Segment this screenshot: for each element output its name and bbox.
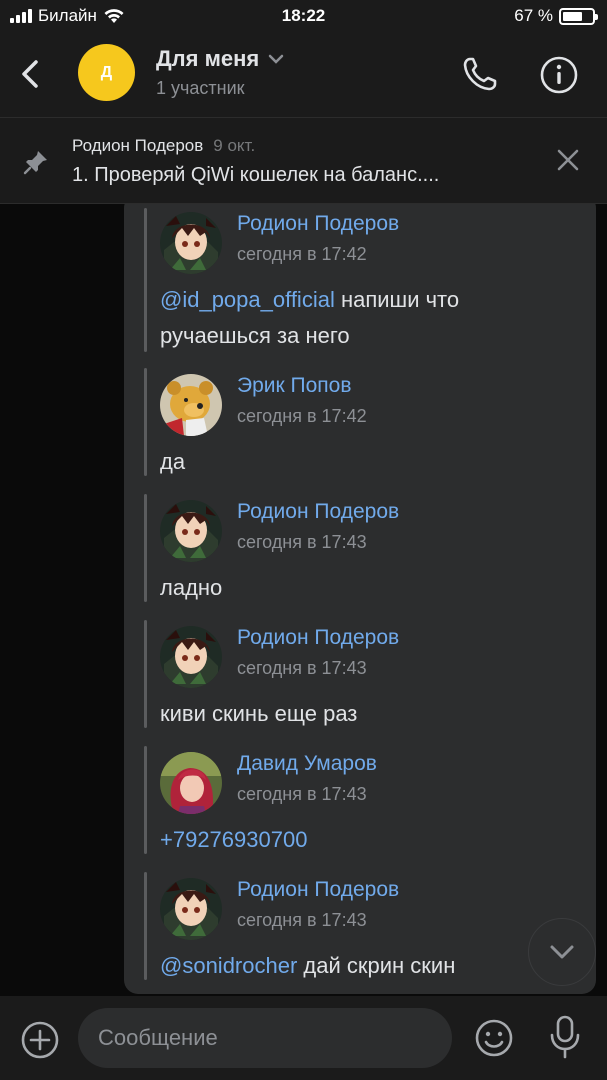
author-name[interactable]: Эрик Попов	[237, 374, 352, 398]
pinned-date: 9 окт.	[213, 136, 256, 155]
plus-icon[interactable]	[20, 1020, 60, 1060]
chat-header: Д Для меня 1 участник	[0, 34, 607, 118]
chat-title[interactable]: Для меня	[156, 46, 285, 72]
forward-header: Родион Подеров сегодня в 17:43	[144, 622, 584, 692]
author-name[interactable]: Родион Подеров	[237, 878, 399, 902]
avatar[interactable]	[160, 500, 222, 562]
mention-link[interactable]: @id_popa_official	[160, 287, 335, 312]
avatar[interactable]	[160, 878, 222, 940]
forward-header: Родион Подеров сегодня в 17:43	[144, 874, 584, 944]
back-icon[interactable]	[12, 54, 52, 94]
scroll-down-button[interactable]	[528, 918, 596, 986]
avatar[interactable]	[160, 752, 222, 814]
message-text-part: дай скрин скин	[297, 953, 456, 978]
microphone-icon[interactable]	[548, 1014, 582, 1060]
chat-subtitle: 1 участник	[156, 78, 245, 98]
pinned-author: Родион Подеров 9 окт.	[72, 136, 255, 156]
info-icon[interactable]	[538, 54, 580, 96]
forward-header: Родион Подеров сегодня в 17:42	[144, 208, 584, 278]
emoji-icon[interactable]	[474, 1018, 514, 1058]
chevron-down-icon	[268, 54, 284, 64]
author-name[interactable]: Родион Подеров	[237, 212, 399, 236]
chat-avatar[interactable]: Д	[78, 44, 135, 101]
message-text: ладно	[160, 575, 223, 600]
message-text: да	[160, 449, 186, 474]
close-icon[interactable]	[554, 146, 582, 174]
message-text: @sonidrocher дай скрин скин	[160, 948, 540, 984]
message-text-line2: ручаешься за него	[160, 323, 350, 348]
avatar[interactable]	[160, 212, 222, 274]
message-time: сегодня в 17:42	[237, 406, 367, 426]
message-time: сегодня в 17:42	[237, 244, 367, 264]
pinned-text: 1. Проверяй QiWi кошелек на баланс....	[72, 164, 440, 186]
author-name[interactable]: Родион Подеров	[237, 500, 399, 524]
pinned-author-name: Родион Подеров	[72, 136, 204, 155]
forward-header: Эрик Попов сегодня в 17:42	[144, 370, 584, 440]
message-list[interactable]: Родион Подеров сегодня в 17:42 @id_popa_…	[0, 204, 607, 996]
phone-link[interactable]: +79276930700	[160, 822, 307, 858]
mention-link[interactable]: @sonidrocher	[160, 953, 297, 978]
forward-header: Родион Подеров сегодня в 17:43	[144, 496, 584, 566]
avatar[interactable]	[160, 626, 222, 688]
phone-icon[interactable]	[460, 54, 500, 94]
message-time: сегодня в 17:43	[237, 532, 367, 552]
message-time: сегодня в 17:43	[237, 784, 367, 804]
chat-title-text: Для меня	[156, 46, 260, 71]
message-time: сегодня в 17:43	[237, 910, 367, 930]
battery-percent: 67 %	[514, 6, 553, 25]
battery-icon	[559, 7, 598, 25]
message-text-part: напиши что	[334, 287, 460, 312]
message-text: @id_popa_official напиши что	[160, 282, 459, 318]
forward-header: Давид Умаров сегодня в 17:43	[144, 748, 584, 818]
author-name[interactable]: Давид Умаров	[237, 752, 377, 776]
scroll-down-icon	[550, 945, 574, 959]
status-right: 67 %	[514, 6, 598, 26]
message-text: киви скинь еще раз	[160, 701, 358, 726]
message-composer	[0, 996, 607, 1080]
avatar[interactable]	[160, 374, 222, 436]
pinned-message[interactable]: Родион Подеров 9 окт. 1. Проверяй QiWi ко…	[0, 118, 607, 204]
status-bar: Билайн 18:22 67 %	[0, 0, 607, 34]
message-time: сегодня в 17:43	[237, 658, 367, 678]
pin-icon	[23, 151, 47, 175]
message-input[interactable]	[78, 1008, 452, 1068]
author-name[interactable]: Родион Подеров	[237, 626, 399, 650]
